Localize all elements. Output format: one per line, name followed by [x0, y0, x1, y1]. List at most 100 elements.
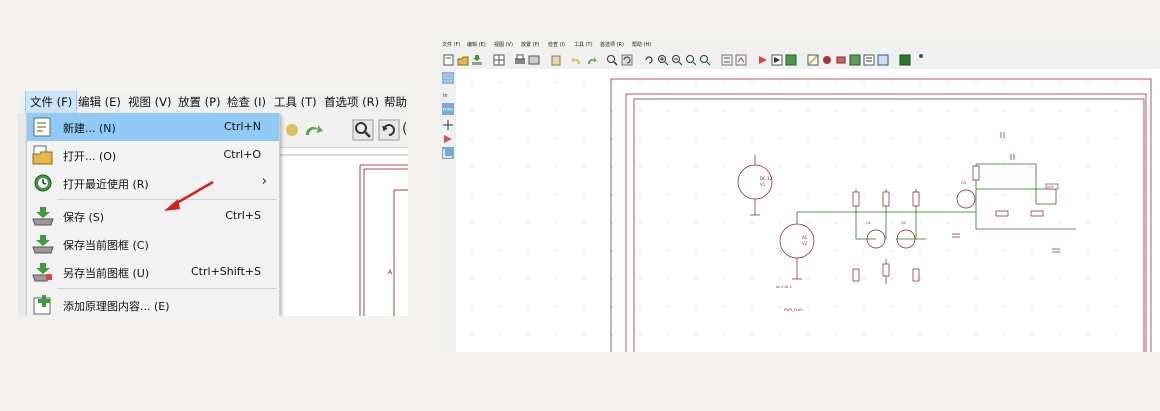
- open-folder-icon: [32, 145, 53, 165]
- menu-item-new[interactable]: 新建... (N) Ctrl+N: [27, 113, 279, 141]
- menu-edit[interactable]: 编辑 (E): [467, 40, 486, 51]
- menu-item-shortcut: Ctrl+S: [225, 209, 261, 222]
- output-net-label[interactable]: OUT: [1045, 183, 1059, 190]
- open-folder-icon[interactable]: [457, 54, 469, 66]
- menu-item-save[interactable]: 保存 (S) Ctrl+S: [27, 202, 279, 230]
- refresh-icon[interactable]: [643, 54, 655, 66]
- svg-text:in: in: [443, 93, 448, 99]
- menu-help[interactable]: 帮助 (H): [632, 40, 651, 51]
- partial-tool-icon[interactable]: [284, 121, 300, 139]
- file-menu-dropdown: 新建... (N) Ctrl+N 打开... (O) Ctrl+O 打开最近使用…: [26, 113, 280, 316]
- more-tools-icon: (: [402, 121, 408, 137]
- menu-view[interactable]: 视图 (V): [128, 91, 172, 113]
- print-icon[interactable]: [514, 54, 526, 66]
- undo-icon[interactable]: [571, 54, 583, 66]
- orthogonal-wire-icon[interactable]: [442, 147, 454, 159]
- hierarchy-icon[interactable]: [721, 54, 733, 66]
- symbol-browser-icon[interactable]: [785, 54, 797, 66]
- net-label-text: OUT: [1047, 185, 1054, 189]
- menu-item-save-as[interactable]: 另存当前图框 (U) Ctrl+Shift+S: [27, 258, 279, 286]
- schematic-canvas-zoomed[interactable]: A: [280, 148, 408, 316]
- menu-place[interactable]: 放置 (P): [178, 91, 221, 113]
- bom-icon[interactable]: [863, 54, 875, 66]
- menu-item-shortcut: Ctrl+Shift+S: [191, 265, 261, 278]
- menu-view[interactable]: 视图 (V): [494, 40, 513, 51]
- transistors[interactable]: Q1 Q2 Q3: [866, 181, 976, 249]
- simulator-icon[interactable]: [757, 54, 769, 66]
- menu-file[interactable]: 文件 (F): [24, 91, 78, 114]
- page-settings-icon[interactable]: [493, 54, 505, 66]
- menu-inspect[interactable]: 检查 (I): [227, 91, 266, 113]
- menu-preferences[interactable]: 首选项 (R): [600, 40, 624, 51]
- menu-bar-small: 文件 (F) 编辑 (E) 视图 (V) 放置 (P) 检查 (I) 工具 (T…: [440, 40, 1160, 51]
- save-icon[interactable]: [471, 54, 483, 66]
- schematic-canvas[interactable]: DC 12 V1 AC V2 ac 0 ac 1 PWR_FLAG Q1 Q2 …: [456, 69, 1160, 352]
- menu-edit[interactable]: 编辑 (E): [78, 91, 121, 113]
- erc-icon[interactable]: [821, 54, 833, 66]
- save-sheet-icon: [32, 235, 54, 254]
- menu-item-save-current-sheet[interactable]: 保存当前图框 (C): [27, 230, 279, 258]
- wires: [796, 163, 1076, 284]
- zoom-fit-icon[interactable]: [685, 54, 697, 66]
- scripting-icon[interactable]: [915, 52, 927, 64]
- component-label: ac 0 ac 1: [776, 285, 792, 289]
- paste-icon[interactable]: [550, 54, 562, 66]
- menu-item-open[interactable]: 打开... (O) Ctrl+O: [27, 141, 279, 169]
- find-icon[interactable]: [352, 119, 374, 141]
- menu-preferences[interactable]: 首选项 (R): [324, 91, 379, 113]
- append-schematic-icon: [33, 295, 51, 315]
- cursor-shape-icon[interactable]: [442, 119, 454, 131]
- redo-icon[interactable]: [585, 54, 597, 66]
- component-label: Q2: [901, 221, 906, 225]
- find-icon[interactable]: [606, 54, 618, 66]
- menu-item-label: 打开... (O): [63, 150, 117, 163]
- menu-inspect[interactable]: 检查 (I): [548, 40, 565, 51]
- passive-components[interactable]: [852, 132, 1060, 282]
- zoom-in-icon[interactable]: [657, 54, 669, 66]
- pointer-arrow-icon: [164, 180, 214, 211]
- hidden-pins-icon[interactable]: [442, 133, 454, 145]
- submenu-chevron-icon: ›: [261, 174, 267, 189]
- menu-help[interactable]: 帮助: [384, 91, 407, 113]
- find-replace-icon[interactable]: [378, 119, 400, 141]
- units-inch-icon[interactable]: in: [442, 89, 454, 101]
- recent-clock-icon: [34, 174, 52, 192]
- redo-icon[interactable]: [302, 121, 324, 139]
- netlist-icon[interactable]: [849, 54, 861, 66]
- plot-icon[interactable]: [528, 54, 540, 66]
- units-mm-icon[interactable]: mm: [442, 103, 454, 115]
- component-label: V2: [802, 241, 808, 246]
- main-toolbar: (: [280, 113, 408, 148]
- find-replace-icon[interactable]: [621, 54, 633, 66]
- grid-toggle-icon[interactable]: [442, 72, 454, 84]
- leave-sheet-icon[interactable]: [735, 54, 747, 66]
- sheet-border: [610, 78, 1152, 352]
- update-pcb-icon[interactable]: [899, 54, 911, 66]
- menu-item-open-recent[interactable]: 打开最近使用 (R) ›: [27, 169, 279, 197]
- assign-footprints-icon[interactable]: [835, 54, 847, 66]
- fields-table-icon[interactable]: [877, 54, 889, 66]
- menu-tools[interactable]: 工具 (T): [574, 40, 593, 51]
- menu-bar: 文件 (F) 编辑 (E) 视图 (V) 放置 (P) 检查 (I) 工具 (T…: [18, 91, 408, 114]
- component-label: AC: [802, 235, 808, 240]
- menu-item-label: 保存 (S): [63, 211, 105, 224]
- menu-item-shortcut: Ctrl+O: [223, 148, 261, 161]
- menu-file[interactable]: 文件 (F): [442, 40, 460, 51]
- menu-item-label: 另存当前图框 (U): [63, 267, 150, 280]
- menu-item-label: 添加原理图内容... (E): [63, 300, 170, 313]
- annotate-icon[interactable]: [807, 54, 819, 66]
- menu-item-shortcut: Ctrl+N: [223, 120, 261, 133]
- component-label: V1: [760, 182, 766, 187]
- menu-place[interactable]: 放置 (P): [521, 40, 540, 51]
- menu-item-append-schematic[interactable]: 添加原理图内容... (E): [27, 291, 279, 316]
- power-flag-label: PWR_FLAG: [784, 308, 803, 312]
- voltage-source-v2[interactable]: AC V2 ac 0 ac 1 PWR_FLAG: [776, 223, 815, 312]
- zoom-out-icon[interactable]: [671, 54, 683, 66]
- menu-tools[interactable]: 工具 (T): [274, 91, 317, 113]
- component-label: Q3: [961, 181, 966, 185]
- new-schematic-icon[interactable]: [443, 54, 455, 66]
- symbol-editor-icon[interactable]: [771, 54, 783, 66]
- zoom-selection-icon[interactable]: [699, 54, 711, 66]
- voltage-source-v1[interactable]: DC 12 V1: [737, 155, 773, 216]
- menu-item-label: 新建... (N): [63, 122, 116, 135]
